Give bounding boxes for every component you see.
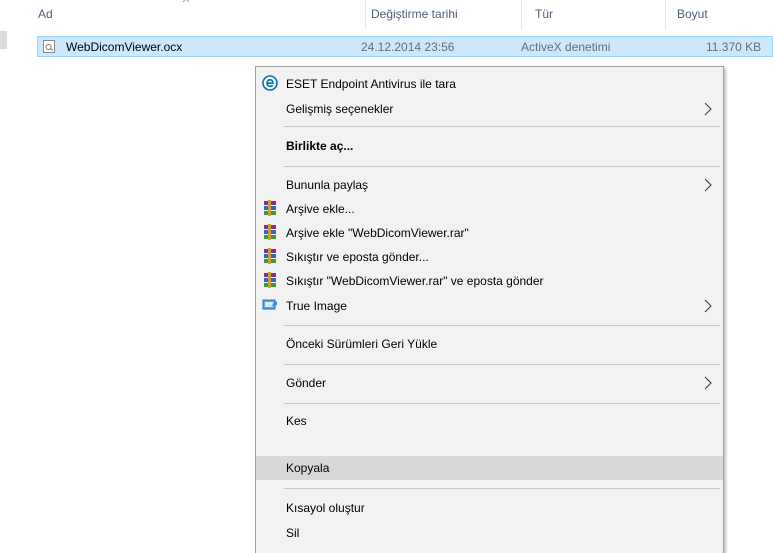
menu-item-label: Gelişmiş seçenekler [286, 102, 394, 116]
menu-item-send-to[interactable]: Gönder [256, 372, 723, 394]
true-image-icon [262, 299, 277, 310]
menu-separator [284, 403, 720, 404]
menu-item-eset-scan[interactable]: ESET Endpoint Antivirus ile tara [256, 73, 723, 95]
chevron-right-icon [704, 178, 712, 192]
column-size[interactable]: Boyut [677, 7, 708, 21]
nav-pane-edge [0, 31, 7, 49]
menu-item-share-with[interactable]: Bununla paylaş [256, 174, 723, 196]
column-type[interactable]: Tür [535, 7, 553, 21]
menu-item-label: Kes [286, 414, 307, 428]
menu-item-label: Sil [286, 526, 300, 540]
menu-item-label: Kısayol oluştur [286, 501, 365, 515]
file-name: WebDicomViewer.ocx [66, 40, 183, 54]
eset-e-icon [262, 75, 278, 91]
menu-separator [284, 126, 720, 127]
file-row-selected[interactable]: WebDicomViewer.ocx 24.12.2014 23:56 Acti… [37, 36, 773, 57]
menu-separator [284, 488, 720, 489]
menu-item-add-to-archive[interactable]: Arşive ekle... [256, 198, 723, 220]
winrar-books-icon [264, 224, 276, 240]
file-type: ActiveX denetimi [521, 40, 611, 54]
menu-item-true-image[interactable]: True Image [256, 295, 723, 317]
menu-item-delete[interactable]: Sil [256, 522, 723, 544]
sort-arrow-icon [182, 0, 190, 3]
menu-item-label: Arşive ekle... [286, 202, 355, 216]
menu-item-label: Önceki Sürümleri Geri Yükle [286, 337, 438, 351]
menu-item-open-with[interactable]: Birlikte aç... [256, 135, 723, 157]
menu-item-advanced-options[interactable]: Gelişmiş seçenekler [256, 98, 723, 120]
menu-item-label: True Image [286, 299, 347, 313]
winrar-books-icon [264, 248, 276, 264]
column-divider[interactable] [365, 0, 366, 30]
menu-separator [284, 325, 720, 326]
menu-separator [284, 166, 720, 167]
file-modified: 24.12.2014 23:56 [361, 40, 455, 54]
chevron-right-icon [704, 376, 712, 390]
column-name[interactable]: Ad [38, 7, 53, 21]
menu-item-compress-rar-email[interactable]: Sıkıştır "WebDicomViewer.rar" ve eposta … [256, 270, 723, 292]
menu-item-label: ESET Endpoint Antivirus ile tara [286, 77, 456, 91]
file-size: 11.370 KB [706, 40, 762, 54]
winrar-books-icon [264, 272, 276, 288]
column-divider[interactable] [521, 0, 522, 30]
menu-item-label: Gönder [286, 376, 327, 390]
menu-item-label: Bununla paylaş [286, 178, 369, 192]
menu-item-label: Birlikte aç... [286, 139, 354, 153]
chevron-right-icon [704, 102, 712, 116]
menu-item-cut[interactable]: Kes [256, 410, 723, 432]
chevron-right-icon [704, 299, 712, 313]
menu-item-label: Kopyala [286, 461, 330, 475]
winrar-books-icon [264, 200, 276, 216]
column-header: Ad Değiştirme tarihi Tür Boyut [0, 0, 773, 30]
menu-item-restore-previous[interactable]: Önceki Sürümleri Geri Yükle [256, 333, 723, 355]
menu-item-compress-email[interactable]: Sıkıştır ve eposta gönder... [256, 246, 723, 268]
context-menu: ESET Endpoint Antivirus ile tara Gelişmi… [255, 66, 724, 553]
menu-item-label: Sıkıştır ve eposta gönder... [286, 250, 429, 264]
file-icon [43, 40, 55, 53]
column-divider[interactable] [665, 0, 666, 30]
menu-item-add-to-rar[interactable]: Arşive ekle "WebDicomViewer.rar" [256, 222, 723, 244]
menu-item-label: Sıkıştır "WebDicomViewer.rar" ve eposta … [286, 274, 544, 288]
menu-item-copy[interactable]: Kopyala [256, 456, 723, 480]
menu-item-label: Arşive ekle "WebDicomViewer.rar" [286, 226, 469, 240]
menu-item-create-shortcut[interactable]: Kısayol oluştur [256, 497, 723, 519]
column-modified[interactable]: Değiştirme tarihi [371, 7, 458, 21]
menu-separator [284, 364, 720, 365]
